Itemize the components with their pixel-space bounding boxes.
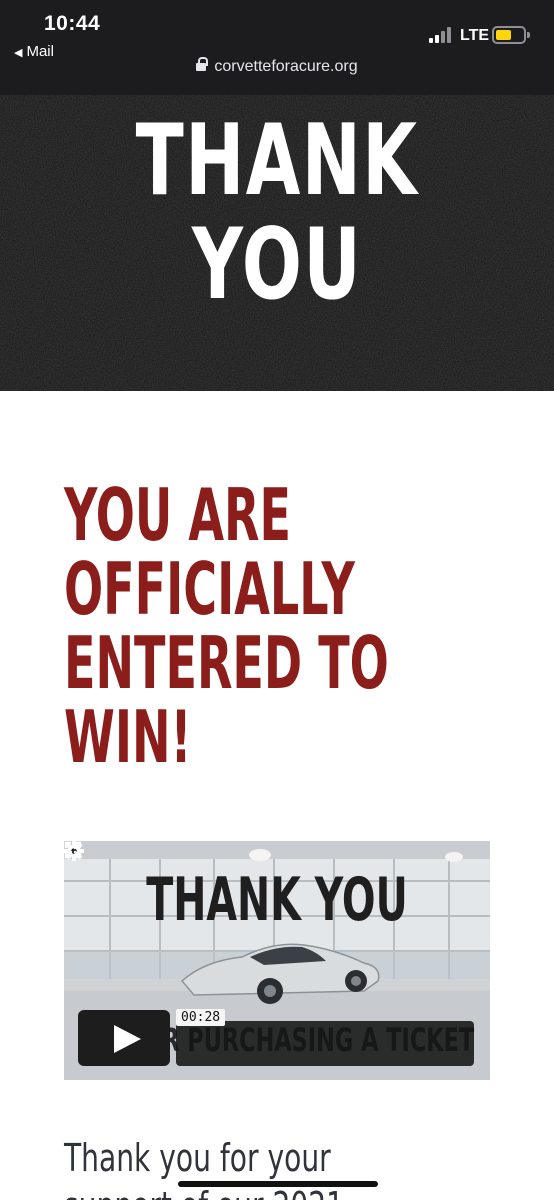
hero-title: THANK YOU <box>78 109 477 317</box>
hero-banner: THANK YOU <box>0 95 554 391</box>
thank-you-paragraph: Thank you for your support of our 2021 <box>64 1134 382 1200</box>
url-text: corvetteforacure.org <box>214 58 358 75</box>
paragraph-line-1: Thank you for your <box>64 1136 331 1180</box>
fullscreen-icon[interactable] <box>64 841 82 859</box>
lock-icon <box>196 57 209 71</box>
headline-line-4: WIN! <box>64 695 192 779</box>
network-label: LTE <box>460 27 490 44</box>
hero-title-line-2: YOU <box>191 208 363 322</box>
status-time: 10:44 <box>44 12 101 35</box>
play-button[interactable] <box>78 1010 170 1066</box>
headline-line-3: ENTERED TO <box>64 621 389 705</box>
home-indicator[interactable] <box>178 1181 378 1187</box>
hero-title-line-1: THANK <box>135 104 419 218</box>
url-bar[interactable]: corvetteforacure.org <box>0 57 554 76</box>
video-control-bar[interactable] <box>176 1021 474 1066</box>
entry-confirmation-headline: YOU ARE OFFICIALLY ENTERED TO WIN! <box>64 473 389 779</box>
battery-icon <box>492 26 530 44</box>
video-timecode: 00:28 <box>176 1009 226 1026</box>
signal-strength-icon <box>429 26 455 43</box>
video-title-overlay: THANK YOU <box>146 865 408 935</box>
headline-line-1: YOU ARE <box>64 473 291 557</box>
video-player[interactable]: THANK YOU FOR PURCHASING A TICKET 00:28 <box>64 841 490 1080</box>
headline-line-2: OFFICIALLY <box>64 547 355 631</box>
status-bar: 10:44 ◀ Mail LTE corvetteforacure.org <box>0 0 554 95</box>
